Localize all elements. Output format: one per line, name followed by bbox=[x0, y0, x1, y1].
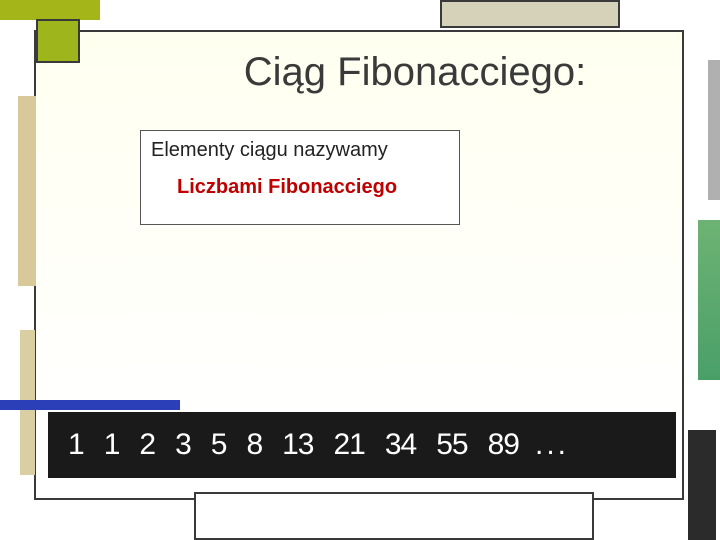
fib-value: 1 bbox=[104, 428, 120, 462]
fib-value: 8 bbox=[246, 428, 262, 462]
slide-title: Ciąg Fibonacciego: bbox=[180, 50, 650, 95]
deco-top-green-square bbox=[36, 19, 80, 63]
deco-bottom-right-box bbox=[194, 492, 594, 540]
fib-value: 21 bbox=[334, 428, 365, 462]
deco-right-dark-strip bbox=[688, 430, 716, 540]
fib-value: 13 bbox=[282, 428, 313, 462]
fib-value: 34 bbox=[385, 428, 416, 462]
fib-value: 2 bbox=[139, 428, 155, 462]
deco-top-beige-box bbox=[440, 0, 620, 28]
content-box: Elementy ciągu nazywamy Liczbami Fibonac… bbox=[140, 130, 460, 225]
fibonacci-sequence-bar: 1 1 2 3 5 8 13 21 34 55 89 ... bbox=[48, 412, 676, 478]
deco-right-green-strip bbox=[698, 220, 720, 380]
fib-value: 89 bbox=[488, 428, 519, 462]
fib-continues: ... bbox=[535, 428, 569, 462]
deco-left-strip-top bbox=[18, 96, 36, 286]
deco-top-olive-bar bbox=[0, 0, 100, 20]
deco-right-gray-strip bbox=[708, 60, 720, 200]
content-line-1: Elementy ciągu nazywamy bbox=[151, 139, 449, 162]
fib-value: 55 bbox=[436, 428, 467, 462]
fib-value: 5 bbox=[211, 428, 227, 462]
deco-bottom-blue-bar bbox=[0, 400, 180, 410]
fib-value: 1 bbox=[68, 428, 84, 462]
content-line-2: Liczbami Fibonacciego bbox=[151, 176, 449, 199]
fib-value: 3 bbox=[175, 428, 191, 462]
